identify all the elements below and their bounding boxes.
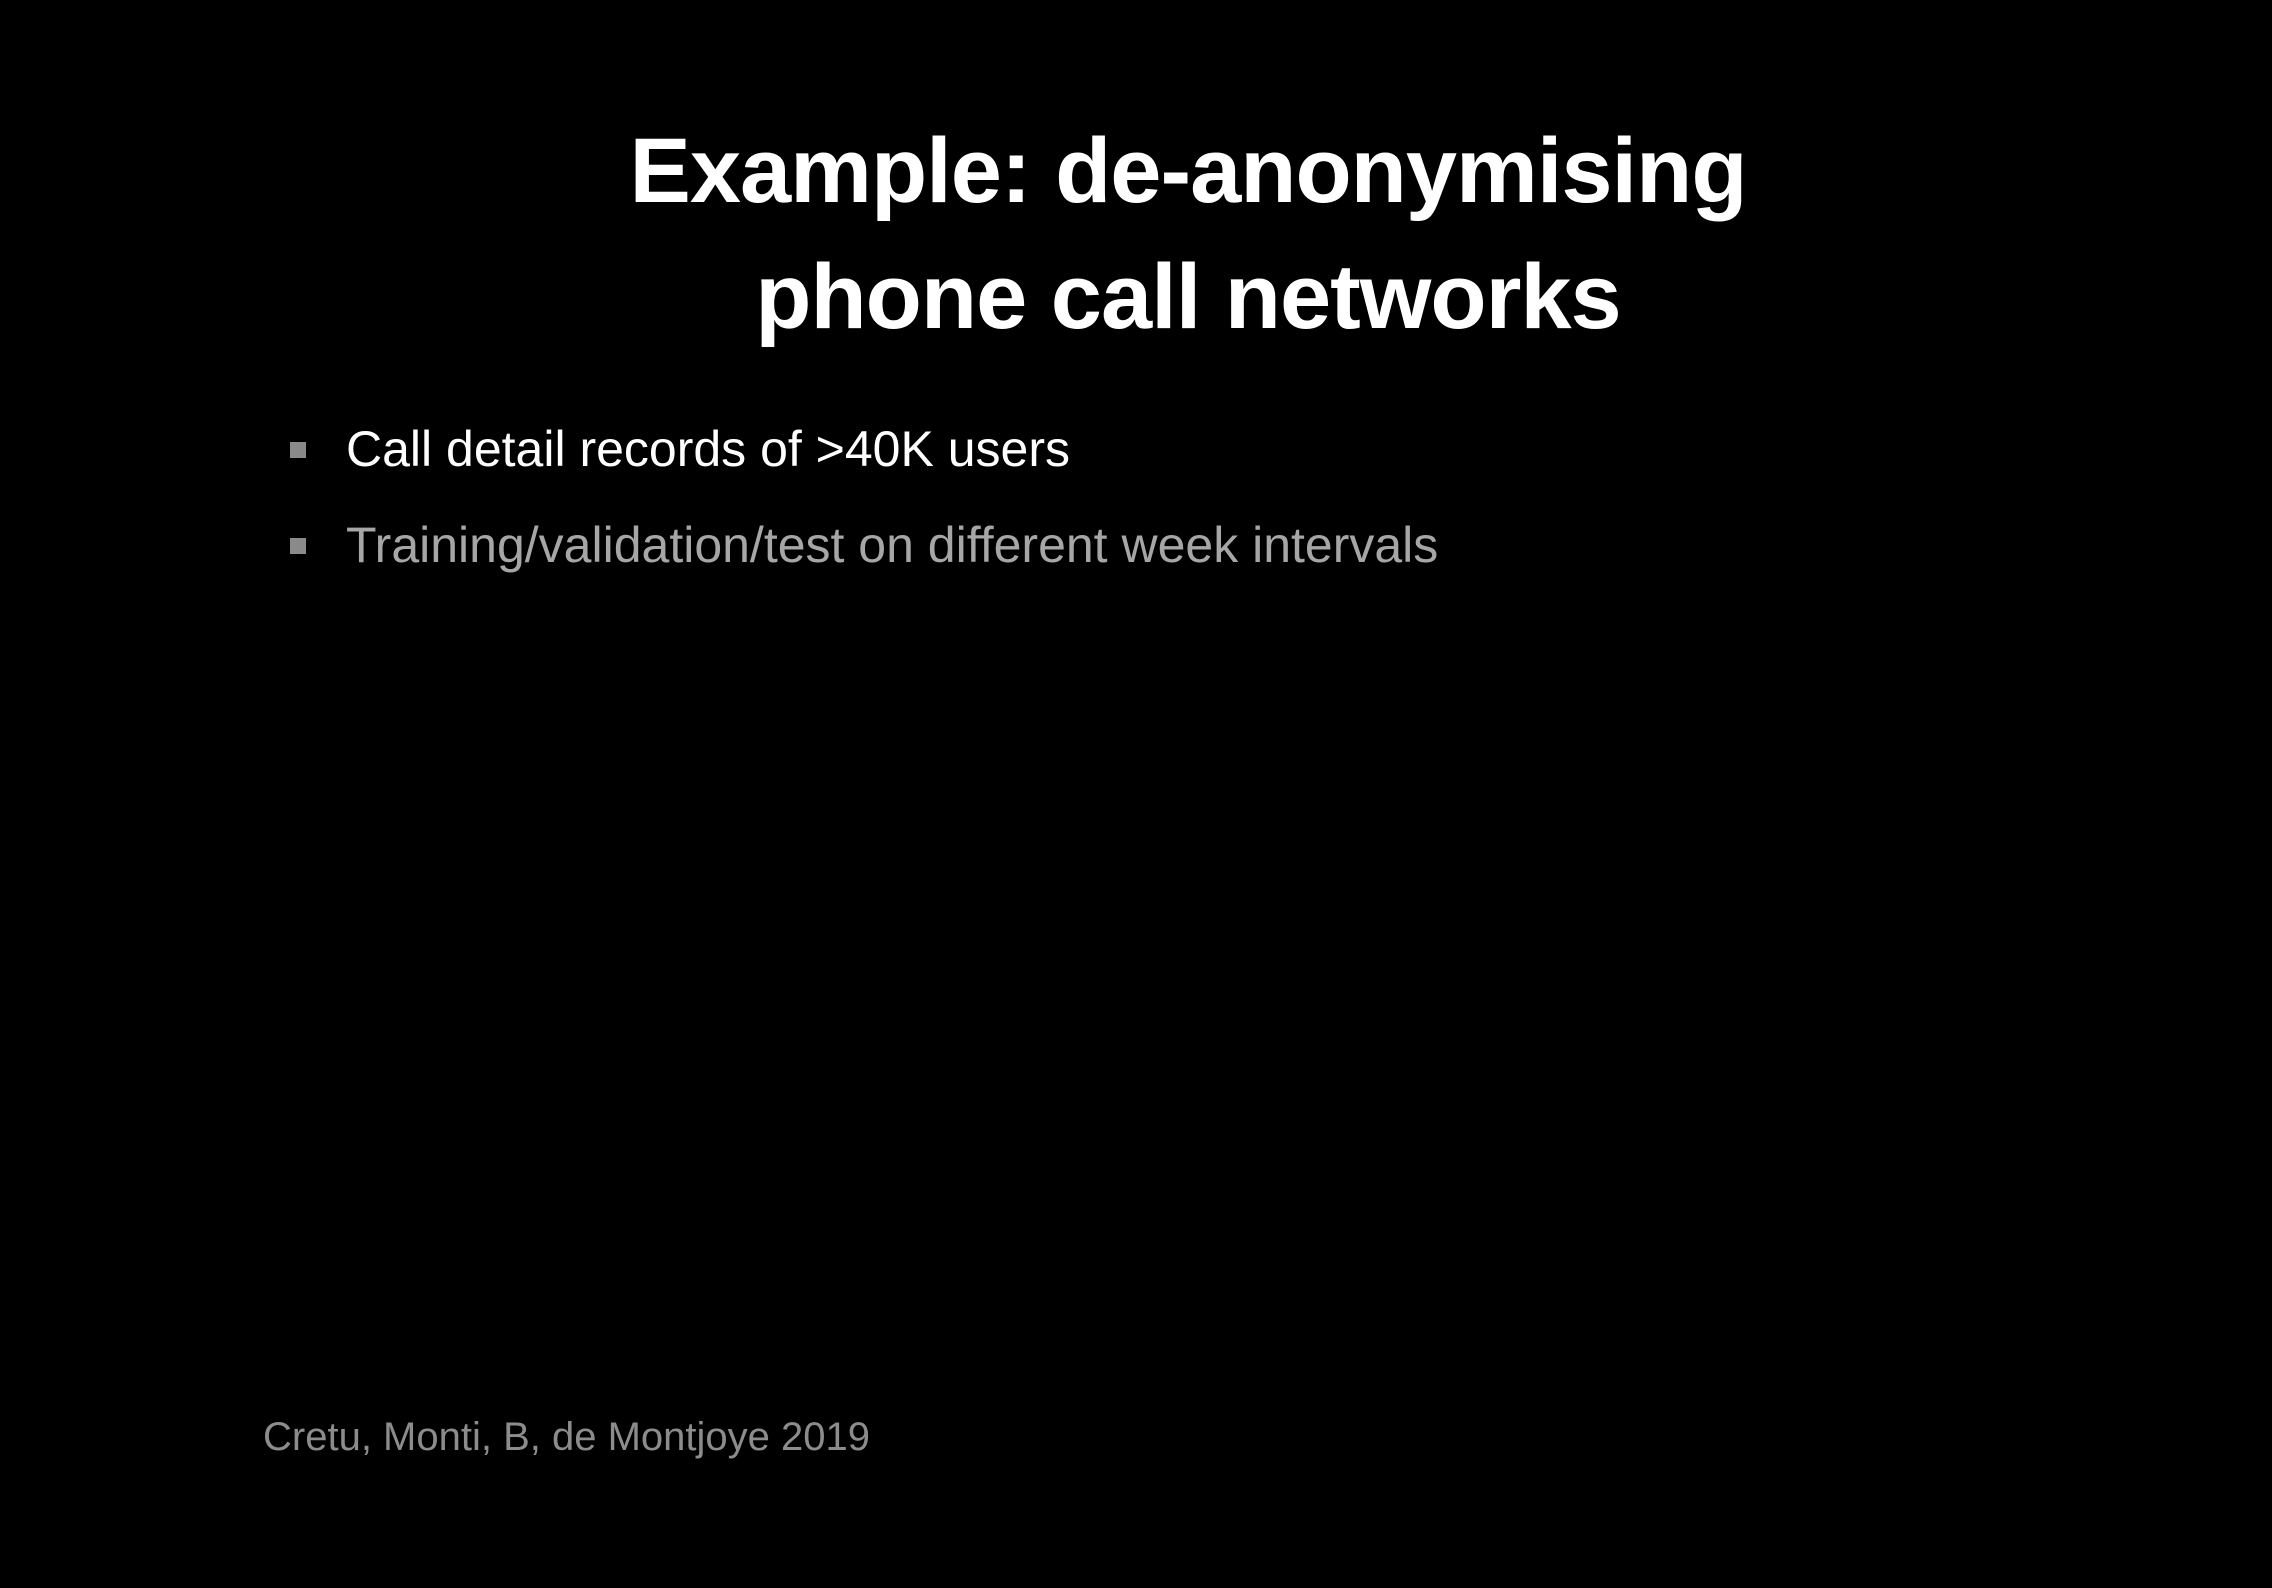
bullet-list: Call detail records of >40K users Traini… [288,414,2088,606]
slide-title: Example: de-anonymising phone call netwo… [388,108,1988,360]
slide-title-line-2: phone call networks [755,246,1621,348]
square-bullet-icon [290,442,306,458]
bullet-item: Training/validation/test on different we… [288,510,2088,580]
bullet-text: Training/validation/test on different we… [346,517,1439,573]
bullet-text: Call detail records of >40K users [346,421,1070,477]
slide-title-line-1: Example: de-anonymising [629,120,1747,222]
bullet-item: Call detail records of >40K users [288,414,2088,484]
citation: Cretu, Monti, B, de Montjoye 2019 [263,1415,870,1459]
slide: Example: de-anonymising phone call netwo… [0,0,2272,1588]
square-bullet-icon [290,538,306,554]
